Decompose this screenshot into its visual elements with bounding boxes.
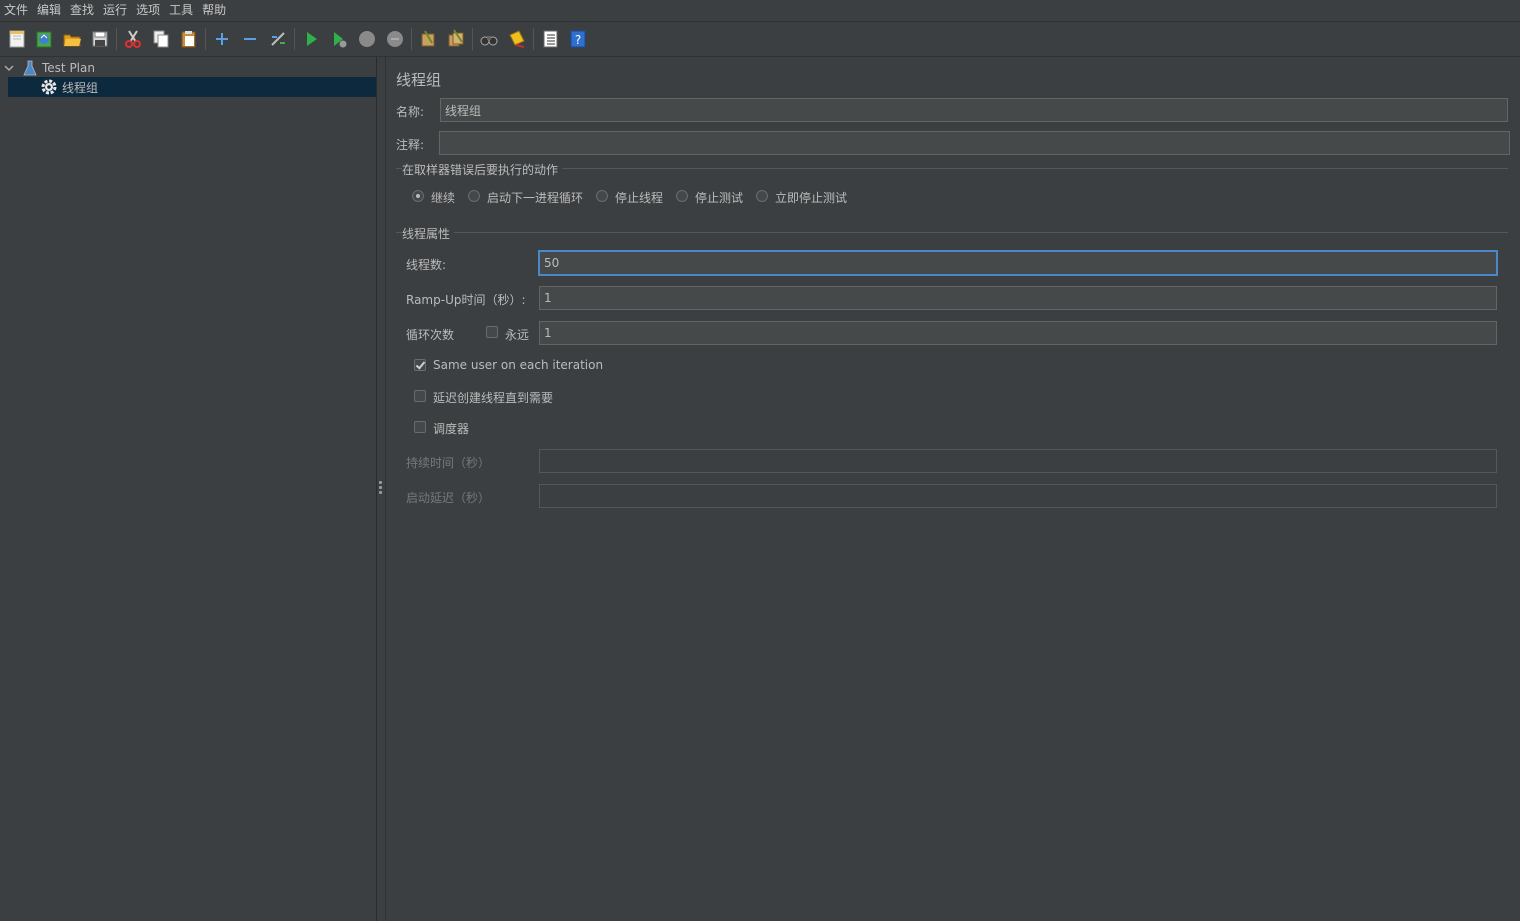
new-icon[interactable] xyxy=(6,28,28,50)
forever-checkbox[interactable] xyxy=(486,326,498,338)
grip-dot xyxy=(379,491,382,494)
clear-all-icon[interactable] xyxy=(445,28,467,50)
startup-delay-input[interactable] xyxy=(539,484,1497,508)
toggle-icon[interactable] xyxy=(267,28,289,50)
grip-dot xyxy=(379,486,382,489)
splitter-handle[interactable] xyxy=(377,57,386,921)
startup-delay-label: 启动延迟（秒） xyxy=(406,491,491,505)
duration-input[interactable] xyxy=(539,449,1497,473)
radio-continue[interactable] xyxy=(412,190,424,202)
test-plan-tree: Test Plan 线程组 xyxy=(0,57,377,921)
toolbar-separator xyxy=(294,28,295,50)
toolbar-separator xyxy=(116,28,117,50)
paste-icon[interactable] xyxy=(178,28,200,50)
thread-group-panel: 线程组 名称: 线程组 注释: 在取样器错误后要执行的动作 继续 启动下一进程循… xyxy=(386,57,1520,921)
templates-icon[interactable] xyxy=(33,28,55,50)
start-no-pause-icon[interactable] xyxy=(328,28,350,50)
rampup-label: Ramp-Up时间（秒）: xyxy=(406,293,526,307)
chevron-down-icon[interactable] xyxy=(2,63,16,73)
stop-icon[interactable] xyxy=(356,28,378,50)
menu-options[interactable]: 选项 xyxy=(132,0,164,21)
reset-search-icon[interactable] xyxy=(506,28,528,50)
function-helper-icon[interactable] xyxy=(539,28,561,50)
panel-title: 线程组 xyxy=(396,71,442,89)
menu-tools[interactable]: 工具 xyxy=(165,0,197,21)
tree-node-thread-group[interactable]: 线程组 xyxy=(8,77,376,97)
cut-icon[interactable] xyxy=(122,28,144,50)
collapse-icon[interactable] xyxy=(239,28,261,50)
radio-label: 启动下一进程循环 xyxy=(487,191,584,205)
scheduler-label: 调度器 xyxy=(433,422,470,436)
toolbar: ? xyxy=(0,22,1520,57)
radio-stop-thread[interactable] xyxy=(596,190,608,202)
open-icon[interactable] xyxy=(61,28,83,50)
grip-dot xyxy=(379,481,382,484)
clear-icon[interactable] xyxy=(417,28,439,50)
error-action-group-title: 在取样器错误后要执行的动作 xyxy=(402,161,563,178)
toolbar-separator xyxy=(533,28,534,50)
start-icon[interactable] xyxy=(300,28,322,50)
toolbar-separator xyxy=(411,28,412,50)
toolbar-separator xyxy=(472,28,473,50)
group-border xyxy=(396,168,1508,169)
loop-count-input[interactable]: 1 xyxy=(539,321,1497,345)
copy-icon[interactable] xyxy=(150,28,172,50)
duration-label: 持续时间（秒） xyxy=(406,456,491,470)
save-icon[interactable] xyxy=(89,28,111,50)
threads-label: 线程数: xyxy=(406,258,447,272)
expand-icon[interactable] xyxy=(211,28,233,50)
delay-thread-creation-checkbox[interactable] xyxy=(414,390,426,402)
tree-node-label: Test Plan xyxy=(42,61,95,75)
name-label: 名称: xyxy=(396,105,425,119)
thread-properties-title: 线程属性 xyxy=(402,225,455,242)
radio-stop-test-now[interactable] xyxy=(756,190,768,202)
rampup-input[interactable]: 1 xyxy=(539,286,1497,310)
radio-label: 立即停止测试 xyxy=(775,191,848,205)
forever-label: 永远 xyxy=(505,328,530,342)
menu-bar: 文件 编辑 查找 运行 选项 工具 帮助 xyxy=(0,0,1520,22)
tree-node-label: 线程组 xyxy=(62,80,99,95)
loop-label: 循环次数 xyxy=(406,328,455,342)
group-border xyxy=(396,232,1508,233)
shutdown-icon[interactable] xyxy=(384,28,406,50)
gear-icon xyxy=(40,78,58,96)
menu-help[interactable]: 帮助 xyxy=(198,0,230,21)
toolbar-separator xyxy=(205,28,206,50)
tree-node-test-plan[interactable]: Test Plan xyxy=(0,58,376,78)
radio-label: 停止测试 xyxy=(695,191,744,205)
radio-label: 继续 xyxy=(431,191,456,205)
menu-file[interactable]: 文件 xyxy=(0,0,32,21)
flask-icon xyxy=(22,60,38,76)
comment-label: 注释: xyxy=(396,138,425,152)
threads-input[interactable]: 50 xyxy=(538,250,1498,276)
help-icon[interactable]: ? xyxy=(567,28,589,50)
menu-search[interactable]: 查找 xyxy=(66,0,98,21)
radio-stop-test[interactable] xyxy=(676,190,688,202)
scheduler-checkbox[interactable] xyxy=(414,421,426,433)
delay-thread-creation-label: 延迟创建线程直到需要 xyxy=(433,391,554,405)
name-input[interactable]: 线程组 xyxy=(440,98,1508,122)
same-user-label: Same user on each iteration xyxy=(433,358,604,372)
radio-label: 停止线程 xyxy=(615,191,664,205)
svg-text:?: ? xyxy=(575,33,581,47)
same-user-checkbox[interactable] xyxy=(414,359,426,371)
radio-start-next-loop[interactable] xyxy=(468,190,480,202)
comment-input[interactable] xyxy=(439,131,1510,155)
search-icon[interactable] xyxy=(478,28,500,50)
menu-run[interactable]: 运行 xyxy=(99,0,131,21)
menu-edit[interactable]: 编辑 xyxy=(33,0,65,21)
